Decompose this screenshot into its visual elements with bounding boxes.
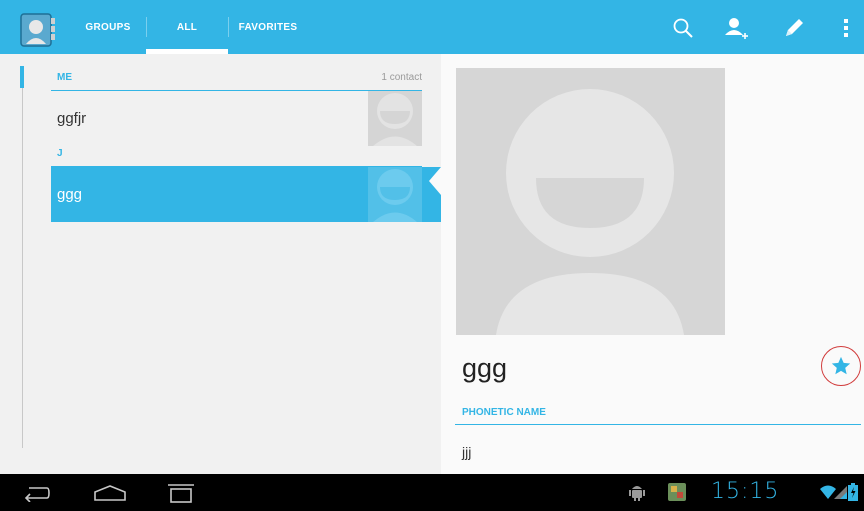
section-title: J — [57, 148, 63, 159]
contact-list-panel[interactable]: ME 1 contact ggfjr J ggg — [0, 54, 441, 474]
contacts-app-icon[interactable] — [19, 13, 57, 47]
app-notification-icon — [667, 482, 687, 502]
action-bar: GROUPS ALL FAVORITES — [0, 0, 864, 54]
signal-icon — [834, 482, 848, 502]
add-contact-icon — [725, 18, 748, 39]
favorite-star-button[interactable] — [821, 346, 861, 386]
battery-icon — [848, 482, 858, 502]
home-icon — [94, 484, 126, 501]
list-item[interactable]: ggfjr — [51, 91, 422, 146]
back-icon — [24, 486, 50, 502]
android-debug-icon — [629, 482, 645, 502]
tab-groups[interactable]: GROUPS — [70, 0, 146, 54]
contact-detail-name: ggg — [462, 353, 508, 383]
recent-apps-button[interactable] — [160, 478, 200, 507]
edit-button[interactable] — [774, 8, 814, 48]
list-item-selected[interactable]: ggg — [51, 167, 441, 222]
section-header-j: J — [51, 143, 422, 167]
contact-thumbnail — [368, 167, 422, 222]
home-button[interactable] — [90, 478, 130, 507]
contact-photo[interactable] — [456, 68, 725, 335]
selection-pointer — [429, 167, 441, 195]
overflow-menu-button[interactable] — [826, 8, 864, 48]
search-button[interactable] — [663, 8, 703, 48]
phonetic-name-header: PHONETIC NAME — [455, 403, 861, 425]
star-icon — [831, 356, 851, 375]
contact-count: 1 contact — [381, 72, 422, 83]
contact-name: ggfjr — [57, 110, 87, 127]
search-icon — [673, 18, 693, 38]
tab-all[interactable]: ALL — [146, 0, 228, 54]
recent-apps-icon — [168, 483, 194, 503]
scrollbar-thumb[interactable] — [20, 66, 24, 88]
add-contact-button[interactable] — [716, 8, 756, 48]
back-button[interactable] — [16, 478, 56, 507]
contacts-app: GROUPS ALL FAVORITES ME 1 contact ggfjr … — [0, 0, 864, 511]
section-title: ME — [57, 72, 72, 83]
field-label: PHONETIC NAME — [462, 407, 546, 418]
section-header-me: ME 1 contact — [51, 67, 422, 91]
status-clock: 15:15 — [711, 479, 780, 504]
contact-detail-panel: ggg PHONETIC NAME jjj — [441, 54, 864, 474]
system-bar: 15:15 — [0, 474, 864, 511]
tab-favorites[interactable]: FAVORITES — [228, 0, 308, 54]
contact-thumbnail — [368, 91, 422, 146]
contact-name: ggg — [57, 186, 83, 203]
phonetic-name-value: jjj — [462, 444, 472, 460]
overflow-menu-icon — [844, 19, 848, 37]
edit-icon — [786, 19, 803, 36]
scrollbar-track[interactable] — [22, 66, 23, 448]
